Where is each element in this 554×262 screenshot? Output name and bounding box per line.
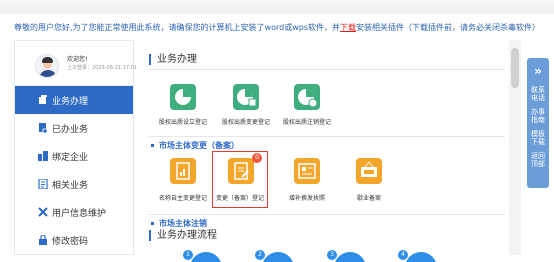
license-icon	[298, 163, 316, 179]
sidebar-item-label: 相关业务	[52, 180, 89, 191]
user-box: 欢迎您! 上次登录：2023-06-21 17:01	[15, 41, 137, 86]
doc-chart-icon	[176, 162, 190, 180]
flow-step-shape	[405, 252, 437, 262]
license-reissue-tile[interactable]	[294, 158, 320, 184]
welcome-text: 欢迎您!	[67, 56, 88, 63]
last-login-text: 上次登录：2023-06-21 17:01	[67, 65, 138, 71]
change-filing-tile[interactable]	[228, 158, 254, 184]
divider	[149, 136, 505, 137]
tile-label: 歇业备案	[356, 195, 381, 202]
template-download-link[interactable]: 模板下载	[528, 130, 548, 146]
sidebar-item-label: 绑定企业	[52, 152, 89, 163]
contact-phone-link[interactable]: 联系电话	[528, 86, 548, 102]
notice-prefix: 尊敬的用户您好,为了您能正常使用此系统，请确保您的计算机上安装了word或wps…	[14, 23, 340, 32]
briefcase-icon	[39, 95, 47, 104]
sidebar-item-label: 用户信息维护	[52, 208, 107, 219]
sidebar: 欢迎您! 上次登录：2023-06-21 17:01 业务办理 已办业务 绑定企…	[14, 40, 137, 255]
back-to-top-link[interactable]: 返回顶部	[528, 152, 548, 168]
notice-suffix: 安装相关插件（下载插件前，请务必关闭杀毒软件）	[356, 23, 540, 32]
tile-label: 股权出质注销登记	[282, 119, 331, 126]
pie-edit-icon	[237, 89, 257, 107]
tile-label: 增补换发执照	[288, 195, 325, 202]
pie-chart-icon	[175, 89, 191, 105]
tile-label: 变更（备案）登记	[215, 195, 264, 202]
flow-step-number: 1	[183, 250, 193, 260]
pledge-change-tile[interactable]	[233, 84, 259, 110]
document-icon	[39, 123, 48, 133]
scrollbar-thumb[interactable]	[511, 48, 519, 88]
name-change-tile[interactable]	[170, 158, 196, 184]
plugin-notice: 尊敬的用户您好,为了您能正常使用此系统，请确保您的计算机上安装了word或wps…	[0, 22, 554, 33]
sidebar-item-userinfo[interactable]: 用户信息维护	[15, 198, 133, 226]
pie-cancel-icon	[298, 89, 318, 108]
building-icon	[38, 151, 48, 161]
sidebar-item-related[interactable]: 相关业务	[15, 170, 133, 198]
flow-step-shape	[334, 252, 366, 262]
flow-step-number: 2	[255, 250, 265, 260]
double-chevron-right-icon[interactable]: »	[531, 64, 545, 78]
tools-icon	[38, 207, 48, 217]
subsection-title-cancel: 市场主体注销	[151, 218, 207, 229]
flow-step-number: 3	[327, 250, 337, 260]
top-band	[0, 0, 554, 14]
sidebar-item-done[interactable]: 已办业务	[15, 114, 133, 142]
pledge-cancel-tile[interactable]	[294, 84, 320, 110]
closed-sign-icon	[361, 161, 377, 177]
avatar	[35, 54, 59, 78]
tile-label: 名称自主变更登记	[158, 195, 207, 202]
sidebar-item-label: 修改密码	[52, 236, 89, 247]
flow-step-shape	[190, 252, 222, 262]
lock-icon	[39, 235, 47, 245]
notification-badge: 0	[252, 153, 262, 163]
tile-label: 股权出质变更登记	[221, 119, 270, 126]
sidebar-item-business[interactable]: 业务办理	[15, 86, 133, 114]
section-title-business: 业务办理	[149, 54, 197, 65]
flow-step-shape	[262, 252, 294, 262]
divider	[149, 214, 505, 215]
suspension-filing-tile[interactable]	[356, 158, 382, 184]
pledge-establish-tile[interactable]	[170, 84, 196, 110]
sidebar-item-bind[interactable]: 绑定企业	[15, 142, 133, 170]
sidebar-item-password[interactable]: 修改密码	[15, 226, 133, 254]
sidebar-item-label: 已办业务	[52, 124, 89, 135]
doc-edit-icon	[234, 162, 249, 180]
flow-step-number: 4	[398, 250, 408, 260]
divider	[149, 69, 505, 70]
section-title-process: 业务办理流程	[149, 230, 217, 241]
download-link[interactable]: 下载	[340, 23, 356, 32]
guide-link[interactable]: 办事指南	[528, 108, 548, 124]
list-icon	[38, 179, 48, 189]
subsection-title-change: 市场主体变更（备案）	[151, 140, 239, 151]
tile-label: 股权出质设立登记	[158, 119, 207, 126]
sidebar-item-label: 业务办理	[52, 96, 89, 107]
